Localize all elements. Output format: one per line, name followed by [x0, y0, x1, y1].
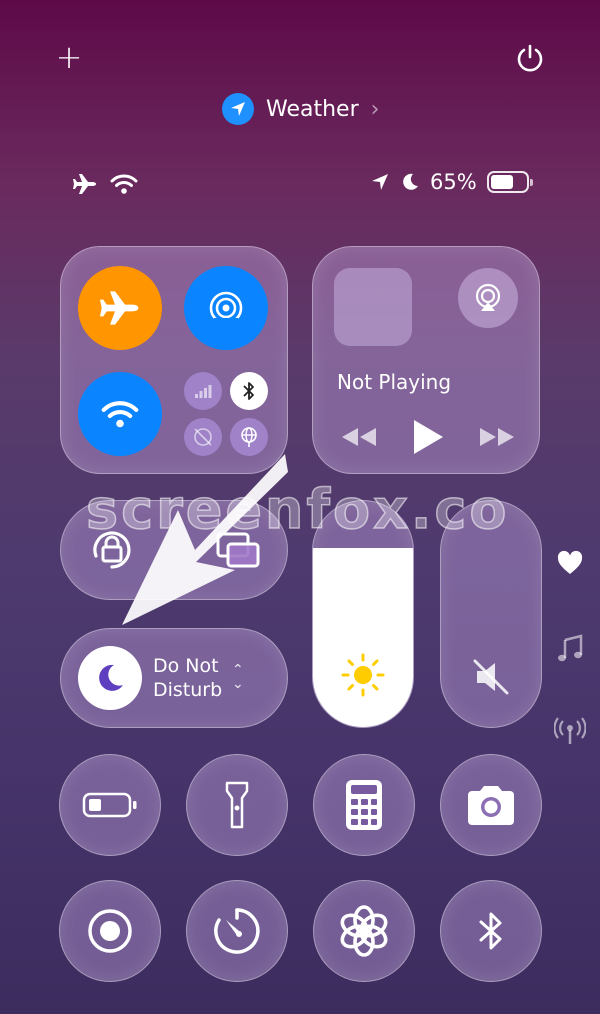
status-bar-left: [72, 172, 138, 196]
camera-icon: [468, 786, 514, 825]
flashlight-button[interactable]: [186, 754, 288, 856]
sun-icon: [341, 653, 385, 697]
now-playing-status: Not Playing: [337, 370, 452, 394]
flashlight-icon: [225, 781, 249, 829]
timer-button[interactable]: [186, 880, 288, 982]
wifi-icon: [101, 401, 139, 428]
weather-label: Weather: [266, 96, 359, 122]
cellular-signal-icon: [195, 385, 212, 398]
chatgpt-button[interactable]: [313, 880, 415, 982]
location-arrow-icon: [222, 93, 254, 125]
music-note-icon[interactable]: [556, 634, 584, 671]
antenna-icon[interactable]: [553, 716, 587, 750]
watermark-text: screenfox.co: [85, 477, 510, 542]
battery-icon: [486, 171, 533, 193]
airdrop-icon: [209, 291, 243, 326]
airplay-audio-icon: [475, 283, 501, 311]
play-icon[interactable]: [411, 418, 445, 456]
album-artwork: [334, 268, 412, 346]
airplane-icon: [73, 174, 96, 194]
bluetooth-icon: [479, 912, 502, 950]
airplane-mode-button[interactable]: [78, 266, 162, 350]
chatgpt-logo-icon: [340, 905, 388, 957]
pointer-arrow-overlay: [100, 440, 300, 654]
add-control-button[interactable]: +: [52, 40, 86, 74]
speaker-muted-icon: [473, 659, 509, 695]
heart-icon[interactable]: [556, 550, 584, 580]
calculator-button[interactable]: [313, 754, 415, 856]
power-icon: [517, 44, 543, 72]
moon-icon: [403, 173, 418, 190]
battery-percentage: 65%: [430, 170, 477, 194]
weather-widget[interactable]: Weather ›: [222, 92, 379, 126]
airdrop-button[interactable]: [184, 266, 268, 350]
power-button[interactable]: [512, 40, 548, 76]
rewind-icon[interactable]: [340, 426, 378, 448]
chevron-right-icon: ›: [370, 96, 380, 122]
dnd-label: Do Not Disturb: [153, 655, 223, 701]
bluetooth-toggle-button[interactable]: [230, 372, 268, 410]
chevron-up-down-icon: ⌃ ⌃: [232, 663, 244, 690]
wifi-icon: [110, 174, 138, 194]
bluetooth-icon: [243, 382, 254, 400]
fast-forward-icon[interactable]: [478, 426, 516, 448]
record-icon: [88, 909, 132, 953]
battery-low-icon: [82, 792, 137, 818]
calculator-icon: [346, 780, 382, 830]
dnd-moon-button[interactable]: [78, 646, 142, 710]
location-icon: [372, 174, 388, 190]
chevron-down: ⌃: [232, 674, 244, 690]
bluetooth-button[interactable]: [440, 880, 542, 982]
camera-button[interactable]: [440, 754, 542, 856]
timer-icon: [214, 908, 260, 954]
media-controls: [340, 418, 516, 456]
cellular-data-button[interactable]: [184, 372, 222, 410]
low-power-mode-button[interactable]: [59, 754, 161, 856]
airplane-icon: [100, 291, 139, 325]
screen-recording-button[interactable]: [59, 880, 161, 982]
brightness-level: [313, 548, 413, 727]
moon-icon: [99, 664, 123, 691]
airplay-button[interactable]: [458, 268, 518, 328]
status-bar-right: 65%: [370, 170, 533, 194]
